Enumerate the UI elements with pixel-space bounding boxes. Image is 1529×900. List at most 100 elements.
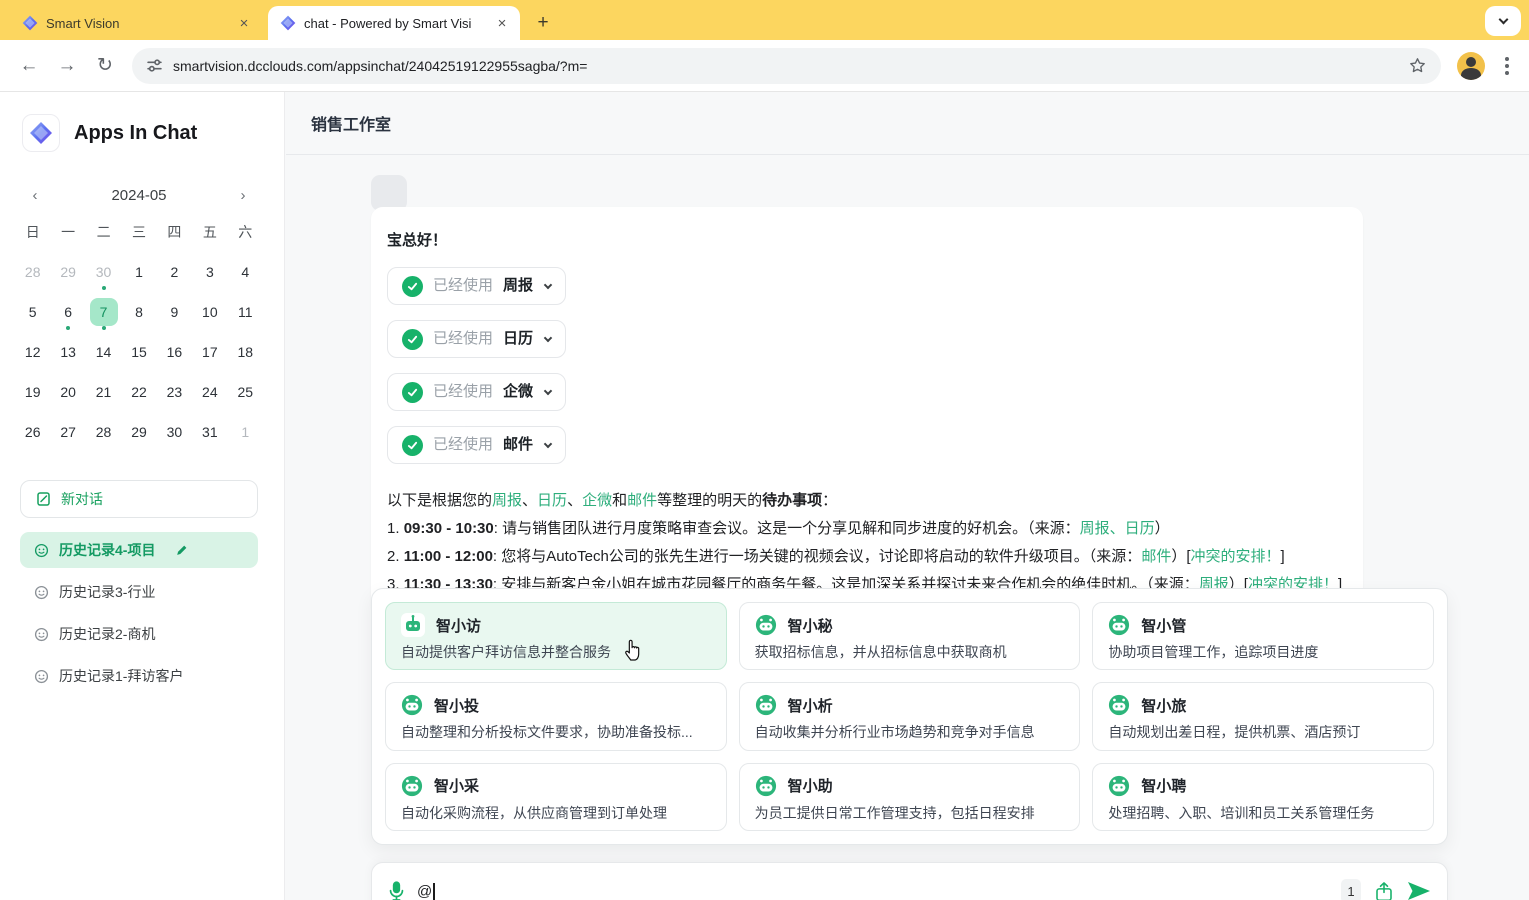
calendar-day[interactable]: 27 (50, 412, 85, 452)
calendar-weekday: 二 (86, 212, 121, 252)
calendar-day[interactable]: 1 (228, 412, 263, 452)
agent-name: 智小旅 (1141, 695, 1186, 716)
hand-cursor-icon (622, 636, 644, 662)
agent-card[interactable]: 智小析 自动收集并分析行业市场趋势和竞争对手信息 (739, 682, 1081, 750)
agent-name: 智小管 (1141, 615, 1186, 636)
calendar-day[interactable]: 29 (50, 252, 85, 292)
calendar-day[interactable]: 19 (15, 372, 50, 412)
site-settings-icon[interactable] (146, 57, 163, 74)
calendar-day[interactable]: 28 (86, 412, 121, 452)
inline-link[interactable]: 企微 (582, 492, 612, 509)
calendar-day[interactable]: 11 (228, 292, 263, 332)
bookmark-star-icon[interactable] (1408, 56, 1427, 75)
inline-link[interactable]: 邮件 (627, 492, 657, 509)
history-item-1[interactable]: 历史记录1-拜访客户 (20, 658, 258, 694)
agent-name: 智小秘 (788, 615, 833, 636)
agent-card[interactable]: 智小采 自动化采购流程，从供应商管理到订单处理 (385, 763, 727, 831)
robot-icon (401, 694, 423, 716)
reload-button[interactable]: ↻ (90, 51, 120, 81)
calendar-day[interactable]: 3 (192, 252, 227, 292)
check-circle-icon (402, 329, 423, 350)
calendar-weekday: 五 (192, 212, 227, 252)
agent-description: 协助项目管理工作，追踪项目进度 (1108, 642, 1418, 662)
calendar-day[interactable]: 6 (50, 292, 85, 332)
text-caret (433, 883, 435, 900)
tab-chat-active[interactable]: chat - Powered by Smart Visi × (268, 6, 520, 40)
calendar-day[interactable]: 24 (192, 372, 227, 412)
tab-title: chat - Powered by Smart Visi (304, 16, 486, 31)
agent-card[interactable]: 智小投 自动整理和分析投标文件要求，协助准备投标... (385, 682, 727, 750)
agent-name: 智小聘 (1141, 775, 1186, 796)
agent-description: 自动化采购流程，从供应商管理到订单处理 (401, 803, 711, 823)
new-tab-button[interactable]: + (530, 10, 556, 36)
calendar-day[interactable]: 9 (157, 292, 192, 332)
calendar-day[interactable]: 30 (86, 252, 121, 292)
forward-button[interactable]: → (52, 51, 82, 81)
browser-toolbar: ← → ↻ smartvision.dcclouds.com/appsincha… (0, 40, 1529, 92)
calendar-day[interactable]: 1 (121, 252, 156, 292)
inline-link[interactable]: 周报、日历 (1080, 520, 1155, 537)
tab-smart-vision[interactable]: Smart Vision × (10, 6, 262, 40)
inline-link[interactable]: 日历 (537, 492, 567, 509)
upload-icon[interactable] (1374, 881, 1394, 900)
edit-pencil-icon[interactable] (175, 543, 189, 557)
calendar-day[interactable]: 21 (86, 372, 121, 412)
tool-used-pill-weekly[interactable]: 已经使用 周报 (387, 267, 566, 305)
agent-card[interactable]: 智小旅 自动规划出差日程，提供机票、酒店预订 (1092, 682, 1434, 750)
history-item-2[interactable]: 历史记录2-商机 (20, 616, 258, 652)
calendar-day[interactable]: 14 (86, 332, 121, 372)
calendar-day[interactable]: 16 (157, 332, 192, 372)
history-item-4[interactable]: 历史记录4-项目 (20, 532, 258, 568)
browser-menu-icon[interactable] (1499, 53, 1515, 79)
calendar-day[interactable]: 8 (121, 292, 156, 332)
profile-avatar[interactable] (1457, 52, 1485, 80)
calendar-day[interactable]: 12 (15, 332, 50, 372)
calendar-day[interactable]: 23 (157, 372, 192, 412)
calendar-day[interactable]: 29 (121, 412, 156, 452)
agent-card[interactable]: 智小访 自动提供客户拜访信息并整合服务 (385, 602, 727, 670)
calendar-day[interactable]: 22 (121, 372, 156, 412)
tool-used-pill-calendar[interactable]: 已经使用 日历 (387, 320, 566, 358)
tab-close-icon[interactable]: × (236, 15, 252, 32)
inline-link[interactable]: 邮件 (1141, 548, 1171, 565)
microphone-icon[interactable] (388, 880, 405, 900)
calendar-day[interactable]: 13 (50, 332, 85, 372)
calendar-day[interactable]: 26 (15, 412, 50, 452)
agent-card[interactable]: 智小秘 获取招标信息，并从招标信息中获取商机 (739, 602, 1081, 670)
calendar-day[interactable]: 4 (228, 252, 263, 292)
inline-link[interactable]: 冲突的安排！ (1191, 548, 1281, 565)
calendar-day[interactable]: 20 (50, 372, 85, 412)
greeting-text: 宝总好！ (387, 229, 1347, 250)
calendar-day[interactable]: 30 (157, 412, 192, 452)
agent-description: 自动规划出差日程，提供机票、酒店预订 (1108, 722, 1418, 742)
calendar-day[interactable]: 10 (192, 292, 227, 332)
calendar-prev-button[interactable]: ‹ (27, 187, 43, 204)
tool-used-pill-wecom[interactable]: 已经使用 企微 (387, 373, 566, 411)
calendar-day[interactable]: 7 (86, 292, 121, 332)
calendar-day[interactable]: 5 (15, 292, 50, 332)
composer-input[interactable]: @ (417, 883, 435, 900)
agent-description: 自动收集并分析行业市场趋势和竞争对手信息 (755, 722, 1065, 742)
calendar-day[interactable]: 15 (121, 332, 156, 372)
tab-search-button[interactable] (1485, 6, 1521, 36)
calendar-day[interactable]: 31 (192, 412, 227, 452)
new-document-icon (36, 491, 52, 507)
calendar-day[interactable]: 28 (15, 252, 50, 292)
send-icon[interactable] (1407, 881, 1431, 900)
calendar-day[interactable]: 18 (228, 332, 263, 372)
calendar-day[interactable]: 2 (157, 252, 192, 292)
history-item-3[interactable]: 历史记录3-行业 (20, 574, 258, 610)
new-chat-button[interactable]: 新对话 (20, 480, 258, 518)
tool-used-pill-mail[interactable]: 已经使用 邮件 (387, 426, 566, 464)
agent-card[interactable]: 智小助 为员工提供日常工作管理支持，包括日程安排 (739, 763, 1081, 831)
calendar-day[interactable]: 17 (192, 332, 227, 372)
agent-card[interactable]: 智小管 协助项目管理工作，追踪项目进度 (1092, 602, 1434, 670)
tab-close-icon[interactable]: × (494, 15, 510, 32)
inline-link[interactable]: 周报 (492, 492, 522, 509)
back-button[interactable]: ← (14, 51, 44, 81)
url-bar[interactable]: smartvision.dcclouds.com/appsinchat/2404… (132, 48, 1441, 84)
agent-card[interactable]: 智小聘 处理招聘、入职、培训和员工关系管理任务 (1092, 763, 1434, 831)
message-composer[interactable]: @ 1 (371, 862, 1448, 900)
calendar-next-button[interactable]: › (235, 187, 251, 204)
calendar-day[interactable]: 25 (228, 372, 263, 412)
